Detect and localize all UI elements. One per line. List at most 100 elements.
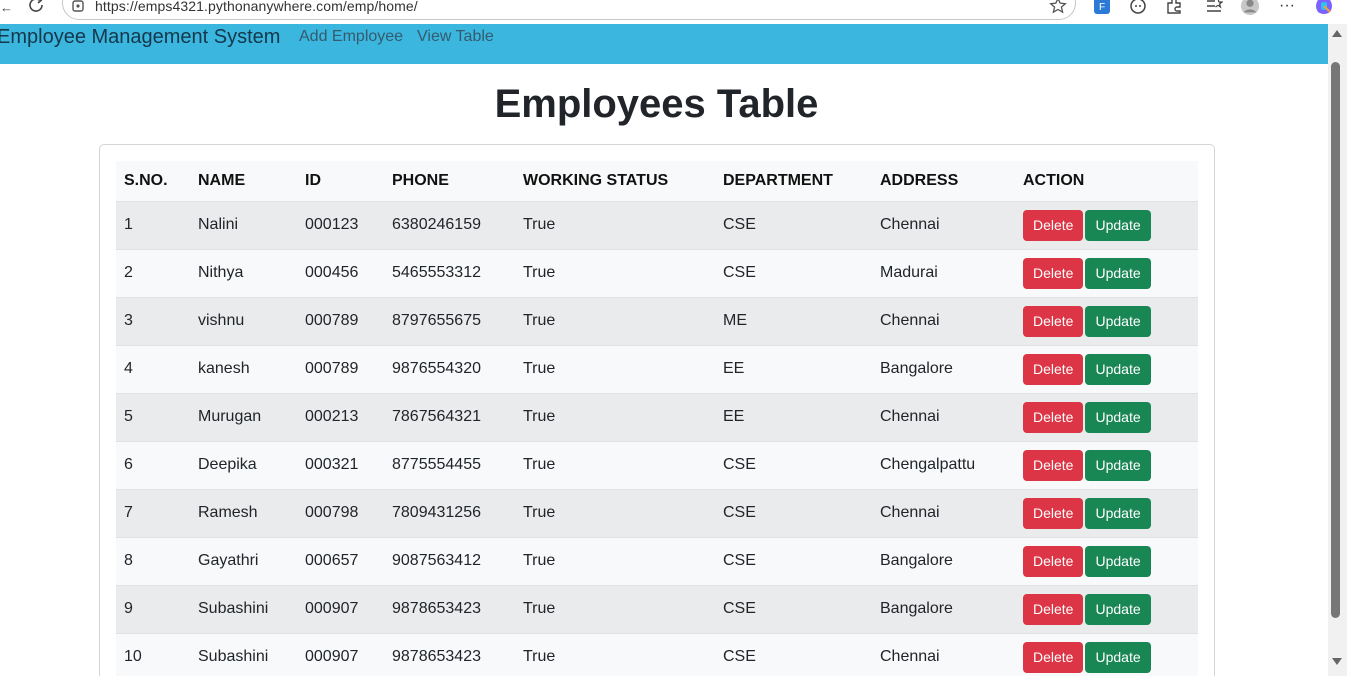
cell-name: Ramesh — [198, 504, 258, 521]
scroll-down-arrow-icon[interactable] — [1332, 658, 1342, 665]
table-row: 2 Nithya 000456 5465553312 True CSE Madurai Del… — [116, 249, 1198, 297]
employees-table: S.NO. NAME ID PHONE WORKING STATUS DEPAR… — [116, 161, 1198, 676]
cell-action: Delete Update — [1015, 393, 1198, 441]
app-navbar: Employee Management System Add Employee … — [0, 24, 1328, 64]
cell-name: kanesh — [198, 360, 250, 377]
back-arrow-icon[interactable]: ← — [0, 0, 13, 15]
delete-button[interactable]: Delete — [1023, 209, 1084, 241]
address-bar[interactable]: https://emps4321.pythonanywhere.com/emp/… — [62, 0, 1076, 20]
cell-action: Delete Update — [1015, 537, 1198, 585]
cell-address: Madurai — [880, 264, 938, 281]
profile-avatar-icon[interactable] — [1240, 0, 1260, 16]
delete-button[interactable]: Delete — [1023, 353, 1084, 385]
cell-name: Gayathri — [198, 552, 259, 569]
cell-address: Chennai — [880, 408, 940, 425]
table-row: 10 Subashini 000907 9878653423 True CSE Chenna… — [116, 633, 1198, 676]
delete-button[interactable]: Delete — [1023, 305, 1084, 337]
table-row: 8 Gayathri 000657 9087563412 True CSE Bangalor… — [116, 537, 1198, 585]
header-working-status: WORKING STATUS — [515, 161, 715, 202]
reload-icon[interactable] — [28, 0, 46, 15]
cell-address: Bangalore — [880, 360, 953, 377]
extension-icon[interactable]: F — [1092, 0, 1112, 16]
cell-sno: 8 — [124, 552, 133, 569]
cell-working-status: True — [523, 456, 556, 473]
cell-department: CSE — [723, 552, 756, 569]
cell-phone: 8797655675 — [392, 312, 481, 329]
header-phone: PHONE — [384, 161, 515, 202]
url-text[interactable]: https://emps4321.pythonanywhere.com/emp/… — [95, 0, 418, 14]
delete-button[interactable]: Delete — [1023, 449, 1084, 481]
extensions-puzzle-icon[interactable] — [1164, 0, 1184, 16]
cell-phone: 9878653423 — [392, 600, 481, 617]
update-button[interactable]: Update — [1085, 257, 1151, 289]
scroll-up-arrow-icon[interactable] — [1332, 30, 1342, 37]
favorites-list-icon[interactable] — [1204, 0, 1224, 16]
browser-toolbar: ← https://emps4321.pythonanywhere.com/em… — [0, 0, 1347, 24]
update-button[interactable]: Update — [1085, 545, 1151, 577]
more-options-icon[interactable]: ··· — [1277, 0, 1297, 16]
delete-button[interactable]: Delete — [1023, 641, 1084, 673]
delete-button[interactable]: Delete — [1023, 593, 1084, 625]
update-button[interactable]: Update — [1085, 641, 1151, 673]
cell-sno: 2 — [124, 264, 133, 281]
cell-id: 000907 — [305, 600, 359, 617]
cell-name: Subashini — [198, 648, 269, 665]
cell-name: Murugan — [198, 408, 262, 425]
cell-action: Delete Update — [1015, 201, 1198, 249]
svg-text:F: F — [1099, 2, 1105, 13]
update-button[interactable]: Update — [1085, 209, 1151, 241]
table-row: 3 vishnu 000789 8797655675 True ME Chennai Dele… — [116, 297, 1198, 345]
cell-working-status: True — [523, 312, 556, 329]
update-button[interactable]: Update — [1085, 497, 1151, 529]
delete-button[interactable]: Delete — [1023, 401, 1084, 433]
cell-sno: 1 — [124, 216, 133, 233]
cell-action: Delete Update — [1015, 345, 1198, 393]
delete-button[interactable]: Delete — [1023, 257, 1084, 289]
table-row: 5 Murugan 000213 7867564321 True EE Chennai Del… — [116, 393, 1198, 441]
delete-button[interactable]: Delete — [1023, 545, 1084, 577]
header-department: DEPARTMENT — [715, 161, 872, 202]
cell-phone: 7867564321 — [392, 408, 481, 425]
cell-action: Delete Update — [1015, 441, 1198, 489]
cell-department: ME — [723, 312, 747, 329]
scroll-thumb[interactable] — [1331, 62, 1340, 618]
cell-address: Chennai — [880, 648, 940, 665]
cell-action: Delete Update — [1015, 297, 1198, 345]
cell-sno: 3 — [124, 312, 133, 329]
header-address: ADDRESS — [872, 161, 1015, 202]
site-info-icon[interactable] — [71, 0, 85, 13]
cell-action: Delete Update — [1015, 249, 1198, 297]
cell-sno: 5 — [124, 408, 133, 425]
cell-working-status: True — [523, 600, 556, 617]
update-button[interactable]: Update — [1085, 593, 1151, 625]
table-row: 4 kanesh 000789 9876554320 True EE Bangalore De… — [116, 345, 1198, 393]
update-button[interactable]: Update — [1085, 353, 1151, 385]
cell-working-status: True — [523, 504, 556, 521]
cell-name: Nalini — [198, 216, 239, 233]
cell-sno: 6 — [124, 456, 133, 473]
update-button[interactable]: Update — [1085, 401, 1151, 433]
cell-working-status: True — [523, 216, 556, 233]
copilot-icon[interactable] — [1314, 0, 1334, 16]
cell-sno: 9 — [124, 600, 133, 617]
update-button[interactable]: Update — [1085, 449, 1151, 481]
cell-address: Chennai — [880, 504, 940, 521]
update-button[interactable]: Update — [1085, 305, 1151, 337]
cell-department: CSE — [723, 504, 756, 521]
cell-department: CSE — [723, 264, 756, 281]
table-row: 1 Nalini 000123 6380246159 True CSE Chennai Del… — [116, 201, 1198, 249]
header-name: NAME — [190, 161, 297, 202]
brand-title[interactable]: Employee Management System — [0, 26, 280, 49]
cell-id: 000789 — [305, 312, 359, 329]
vertical-scrollbar[interactable] — [1328, 24, 1347, 676]
delete-button[interactable]: Delete — [1023, 497, 1084, 529]
cell-working-status: True — [523, 408, 556, 425]
cell-id: 000798 — [305, 504, 359, 521]
cell-phone: 9087563412 — [392, 552, 481, 569]
nav-link-add-employee[interactable]: Add Employee — [299, 28, 403, 46]
cell-phone: 9878653423 — [392, 648, 481, 665]
nav-link-view-table[interactable]: View Table — [417, 28, 494, 46]
cell-phone: 6380246159 — [392, 216, 481, 233]
read-aloud-icon[interactable] — [1128, 0, 1148, 16]
favorite-star-icon[interactable] — [1049, 0, 1067, 15]
